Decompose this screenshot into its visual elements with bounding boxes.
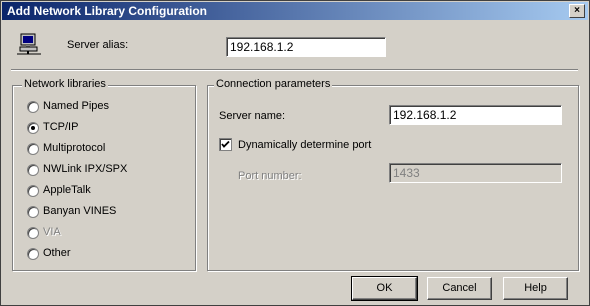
checkmark-icon [221, 140, 230, 148]
network-libraries-title: Network libraries [22, 78, 108, 90]
title-bar[interactable]: Add Network Library Configuration × [2, 2, 588, 20]
ok-button[interactable]: OK [351, 276, 418, 301]
server-alias-input[interactable]: 192.168.1.2 [226, 37, 386, 57]
help-button[interactable]: Help [503, 277, 568, 300]
radio-via: VIA [27, 226, 187, 240]
radio-label: Multiprotocol [43, 142, 106, 154]
dynamic-port-checkbox[interactable] [219, 138, 232, 151]
radio-button[interactable] [27, 143, 39, 155]
radio-label: AppleTalk [43, 184, 91, 196]
radio-button[interactable] [27, 101, 39, 113]
radio-button[interactable] [27, 248, 39, 260]
radio-tcp-ip[interactable]: TCP/IP [27, 121, 187, 135]
server-name-label: Server name: [219, 110, 286, 122]
dynamic-port-label: Dynamically determine port [238, 139, 372, 151]
port-number-label: Port number: [238, 170, 302, 182]
radio-button[interactable] [27, 164, 39, 176]
server-alias-label: Server alias: [67, 39, 129, 51]
radio-banyan-vines[interactable]: Banyan VINES [27, 205, 187, 219]
radio-appletalk[interactable]: AppleTalk [27, 184, 187, 198]
radio-label: Named Pipes [43, 100, 110, 112]
server-name-input[interactable]: 192.168.1.2 [389, 105, 562, 125]
radio-button[interactable] [27, 122, 39, 134]
radio-label: TCP/IP [43, 121, 79, 133]
radio-button[interactable] [27, 206, 39, 218]
separator [11, 69, 578, 71]
radio-label: VIA [43, 226, 61, 238]
radio-other[interactable]: Other [27, 247, 187, 261]
dialog-window: Add Network Library Configuration × Serv… [0, 0, 590, 306]
close-button[interactable]: × [569, 4, 585, 18]
radio-label: Other [43, 247, 71, 259]
radio-button[interactable] [27, 185, 39, 197]
cancel-button[interactable]: Cancel [427, 277, 492, 300]
radio-button [27, 227, 39, 239]
port-number-input: 1433 [389, 163, 562, 183]
radio-label: NWLink IPX/SPX [43, 163, 128, 175]
radio-named-pipes[interactable]: Named Pipes [27, 100, 187, 114]
radio-nwlink[interactable]: NWLink IPX/SPX [27, 163, 187, 177]
computer-icon [17, 33, 41, 57]
radio-label: Banyan VINES [43, 205, 117, 217]
window-title: Add Network Library Configuration [7, 4, 208, 18]
radio-multiprotocol[interactable]: Multiprotocol [27, 142, 187, 156]
connection-parameters-title: Connection parameters [214, 78, 333, 90]
